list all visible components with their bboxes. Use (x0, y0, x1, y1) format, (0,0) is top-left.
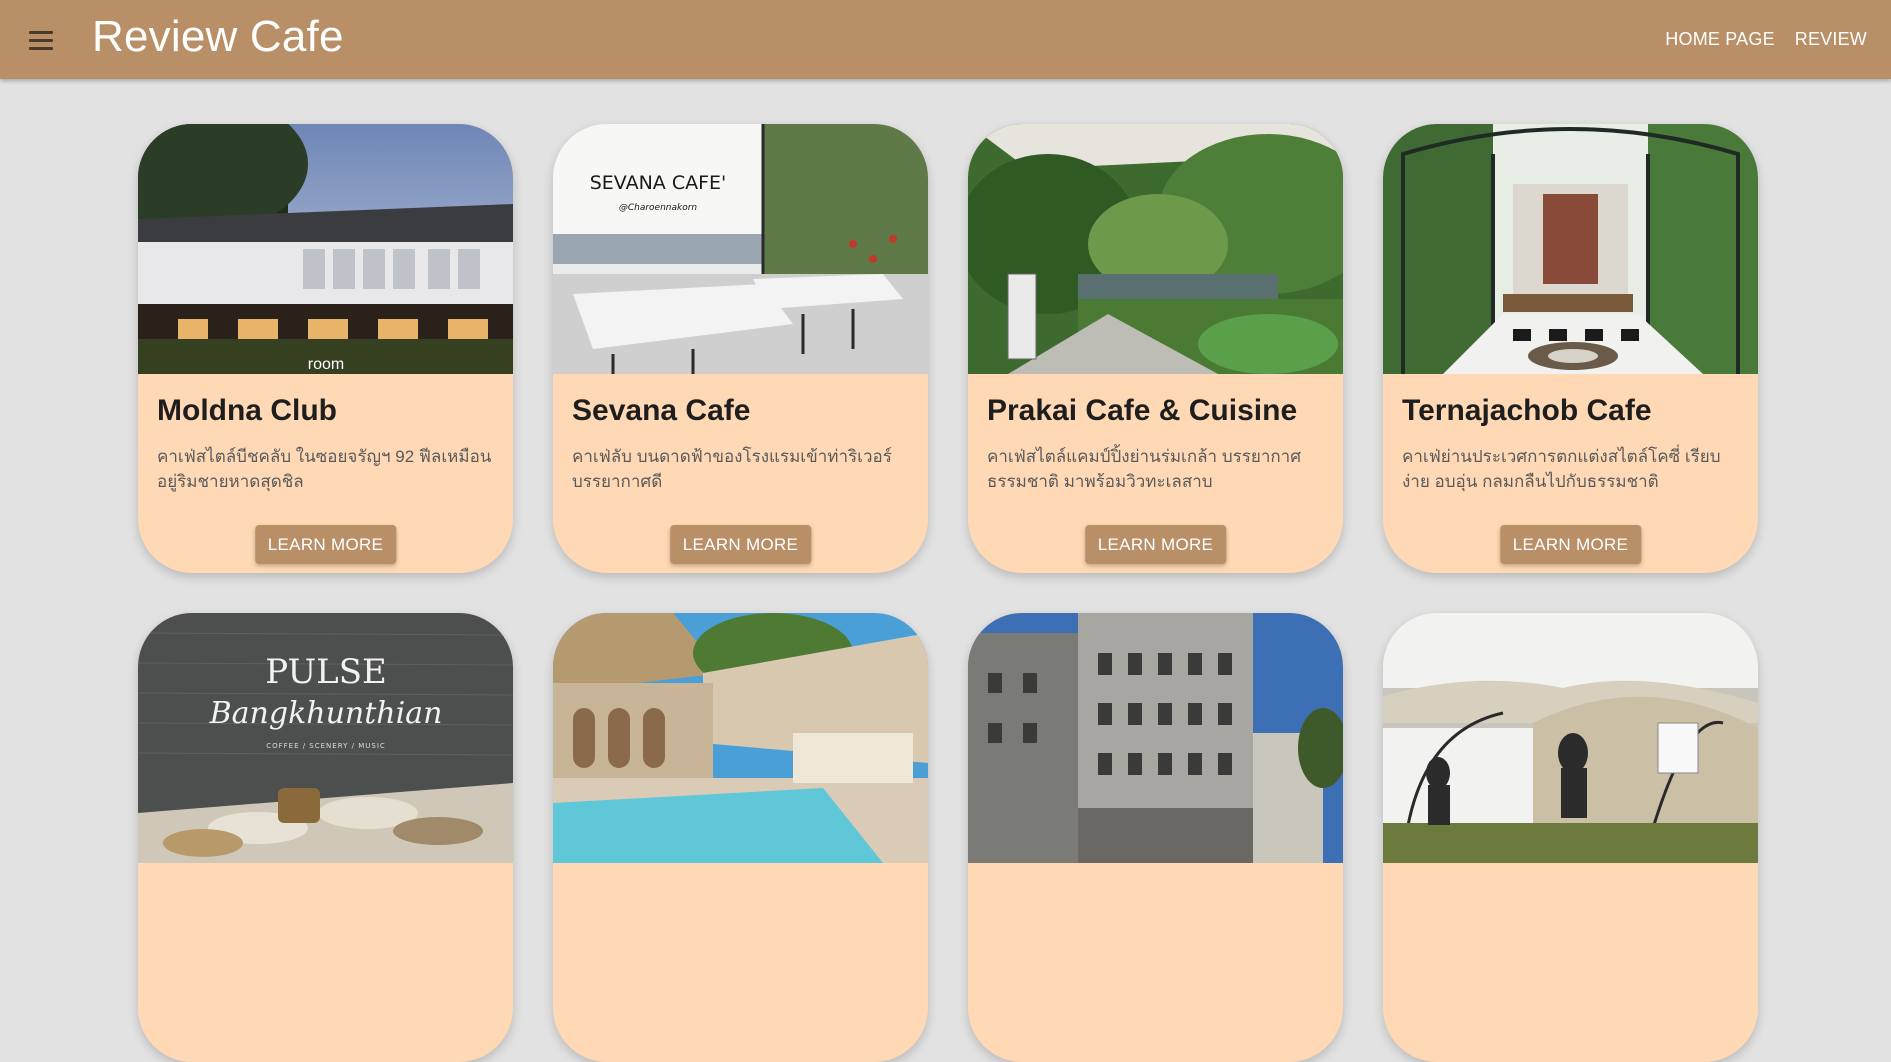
learn-more-button[interactable]: LEARN MORE (254, 525, 397, 564)
cafe-image: PULSE Bangkhunthian COFFEE / SCENERY / M… (138, 613, 513, 863)
hamburger-menu-icon[interactable] (28, 27, 54, 51)
menu-line (29, 39, 53, 42)
cafe-image (553, 613, 928, 863)
cafe-card-ternajachob-cafe: Ternajachob Cafe คาเฟ่ย่านประเวศการตกแต่… (1383, 124, 1758, 573)
image-caption: room (308, 356, 344, 373)
image-tagline: COFFEE / SCENERY / MUSIC (266, 742, 386, 750)
cafe-card-camping (1383, 613, 1758, 1062)
nav-review[interactable]: REVIEW (1795, 29, 1867, 50)
nav-home-page[interactable]: HOME PAGE (1665, 29, 1774, 50)
cafe-description: คาเฟ่สไตล์แคมป์ปิ้งย่านร่มเกล้า บรรยากาศ… (987, 447, 1302, 491)
cafe-title: Ternajachob Cafe (1402, 394, 1652, 427)
menu-line (29, 31, 53, 34)
cafe-title: Prakai Cafe & Cuisine (987, 394, 1298, 427)
app-bar: Review Cafe HOME PAGE REVIEW (0, 0, 1891, 79)
image-caption: SEVANA CAFE' (590, 172, 727, 194)
cafe-description: คาเฟ่ย่านประเวศการตกแต่งสไตล์โคซี่ เรียบ… (1402, 447, 1721, 491)
cafe-description: คาเฟ่ลับ บนดาดฟ้าของโรงแรมเข้าท่าริเวอร์… (572, 447, 892, 491)
image-subcaption: Bangkhunthian (209, 696, 443, 731)
cafe-image (968, 124, 1343, 374)
cafe-card-pulse: PULSE Bangkhunthian COFFEE / SCENERY / M… (138, 613, 513, 1062)
menu-line (29, 47, 53, 50)
nav-links: HOME PAGE REVIEW (1665, 0, 1867, 79)
learn-more-button[interactable]: LEARN MORE (1499, 525, 1642, 564)
image-subcaption: @Charoennakorn (619, 203, 698, 213)
cafe-card-moldna-club: room Moldna Club คาเฟ่สไตล์บีชคลับ ในซอย… (138, 124, 513, 573)
learn-more-button[interactable]: LEARN MORE (1084, 525, 1227, 564)
cafe-image: room (138, 124, 513, 374)
app-title: Review Cafe (92, 12, 344, 61)
cafe-image (1383, 613, 1758, 863)
learn-more-button[interactable]: LEARN MORE (669, 525, 812, 564)
cafe-description: คาเฟ่สไตล์บีชคลับ ในซอยจรัญฯ 92 ฟีลเหมือ… (157, 447, 492, 491)
card-grid: room Moldna Club คาเฟ่สไตล์บีชคลับ ในซอย… (0, 0, 1891, 1062)
cafe-card-pool (553, 613, 928, 1062)
cafe-title: Moldna Club (157, 394, 337, 427)
cafe-card-prakai-cafe: Prakai Cafe & Cuisine คาเฟ่สไตล์แคมป์ปิ้… (968, 124, 1343, 573)
image-caption: PULSE (265, 652, 387, 692)
cafe-image (1383, 124, 1758, 374)
cafe-title: Sevana Cafe (572, 394, 751, 427)
cafe-card-building (968, 613, 1343, 1062)
cafe-image (968, 613, 1343, 863)
cafe-card-sevana-cafe: SEVANA CAFE' @Charoennakorn Sevana Cafe … (553, 124, 928, 573)
cafe-image: SEVANA CAFE' @Charoennakorn (553, 124, 928, 374)
